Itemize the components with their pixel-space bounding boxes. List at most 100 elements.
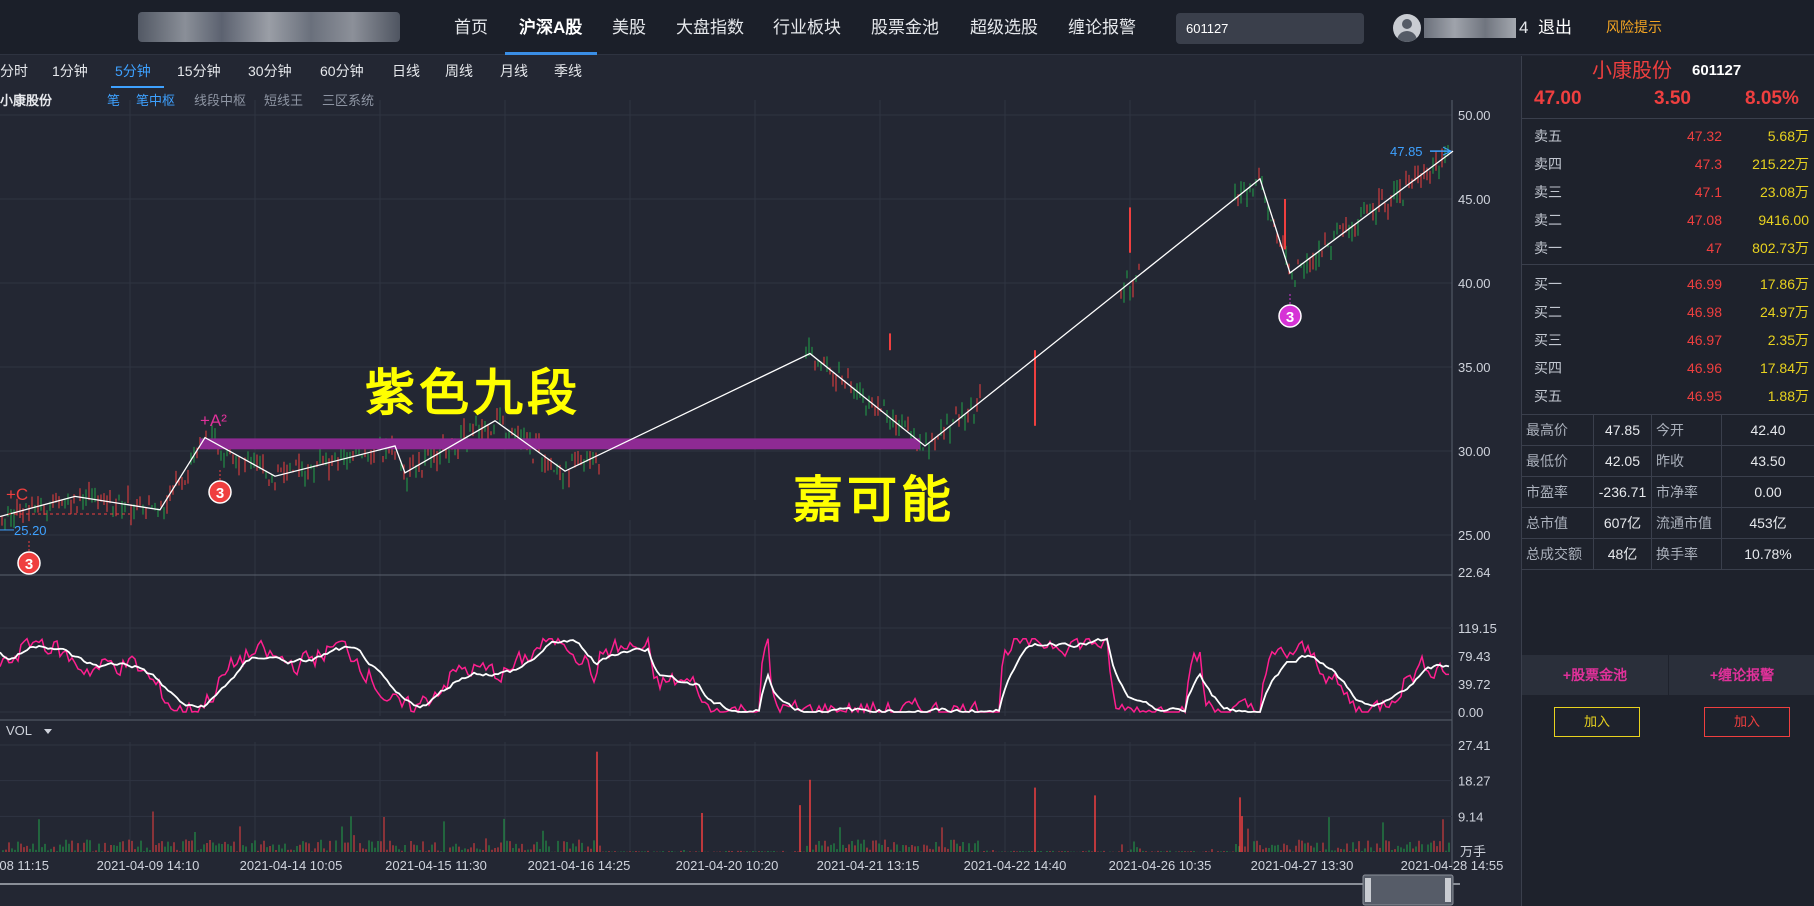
logo[interactable] [138, 12, 400, 42]
indicator-segment-zhongshu[interactable]: 线段中枢 [194, 90, 246, 109]
bid-volume: 2.35万 [1767, 332, 1809, 348]
x-axis-tick: 2021-04-20 10:20 [676, 858, 779, 873]
join-stock-pool-button[interactable]: 加入 [1554, 707, 1640, 737]
stat-label: 今开 [1652, 415, 1722, 446]
bid-row: 买二 46.98 24.97万 [1522, 298, 1814, 326]
nav-sh-sz-a[interactable]: 沪深A股 [519, 0, 582, 55]
bid-price: 46.98 [1686, 304, 1722, 320]
logout-link[interactable]: 退出 [1538, 0, 1572, 55]
volume-unit: 万手 [1460, 844, 1486, 859]
x-axis-tick: 2021-04-28 14:55 [1401, 858, 1504, 873]
nav-stock-pool[interactable]: 股票金池 [871, 0, 939, 55]
zhongshu-band [200, 438, 920, 450]
nav-super-select[interactable]: 超级选股 [970, 0, 1038, 55]
username-suffix: 4 [1519, 18, 1529, 37]
bid-price: 46.95 [1686, 388, 1722, 404]
tab-5min[interactable]: 5分钟 [115, 56, 151, 86]
bid-label: 买二 [1534, 304, 1562, 320]
ask-price: 47 [1706, 240, 1722, 256]
period-active-indicator [111, 86, 164, 88]
tab-intraday[interactable]: 分时 [0, 56, 28, 86]
quote-panel: 小康股份 601127 47.00 3.50 8.05% 卖五 47.32 5.68… [1521, 56, 1814, 906]
ask-volume: 9416.00 [1758, 212, 1809, 228]
nav-sectors[interactable]: 行业板块 [773, 0, 841, 55]
ask-label: 卖一 [1534, 240, 1562, 256]
oscillator-slow-line [0, 637, 1450, 713]
tab-weekly[interactable]: 周线 [445, 56, 473, 86]
tab-60min[interactable]: 60分钟 [320, 56, 364, 86]
tab-daily[interactable]: 日线 [392, 56, 420, 86]
price-axis-label: 40.00 [1458, 276, 1491, 291]
ask-price: 47.3 [1694, 156, 1722, 172]
ask-row: 卖一 47 802.73万 [1522, 234, 1814, 262]
indicator-short-king[interactable]: 短线王 [264, 90, 303, 109]
bid-label: 买三 [1534, 332, 1562, 348]
stat-value: -236.71 [1594, 477, 1652, 508]
volume-axis-label: 9.14 [1458, 809, 1483, 824]
tab-1min[interactable]: 1分钟 [52, 56, 88, 86]
bid-label: 买一 [1534, 276, 1562, 292]
avatar[interactable] [1393, 14, 1421, 42]
nav-us-stocks[interactable]: 美股 [612, 0, 646, 55]
scrollbar-handle[interactable] [1365, 878, 1371, 902]
ask-volume: 215.22万 [1752, 156, 1809, 172]
add-chan-alarm-button[interactable]: +缠论报警 [1669, 655, 1814, 695]
price-axis-label: 35.00 [1458, 360, 1491, 375]
x-axis-tick: 2021-04-26 10:35 [1109, 858, 1212, 873]
stat-label: 总成交额 [1522, 539, 1594, 570]
ask-label: 卖五 [1534, 128, 1562, 144]
low-price-label: 25.20 [14, 523, 47, 538]
stat-value: 0.00 [1722, 477, 1814, 508]
price-axis-label: 45.00 [1458, 192, 1491, 207]
stat-value: 607亿 [1594, 508, 1652, 539]
stock-search-input[interactable] [1176, 13, 1364, 44]
x-axis-tick: 2021-04-15 11:30 [385, 858, 487, 873]
nav-chan-alarm[interactable]: 缠论报警 [1068, 0, 1136, 55]
bid-volume: 17.84万 [1759, 360, 1809, 376]
stat-label: 昨收 [1652, 446, 1722, 477]
quote-price: 47.00 [1534, 88, 1582, 109]
oscillator-fast-line [0, 635, 1449, 715]
kline-chart[interactable]: 50.0045.0040.0035.0030.0025.0022.64119.1… [0, 0, 1520, 906]
stat-label: 最低价 [1522, 446, 1594, 477]
plus-c-mark: +C [6, 485, 28, 504]
bid-volume: 17.86万 [1759, 276, 1809, 292]
tab-30min[interactable]: 30分钟 [248, 56, 292, 86]
tab-15min[interactable]: 15分钟 [177, 56, 221, 86]
osc-axis-label: 39.72 [1458, 677, 1491, 692]
nav-home[interactable]: 首页 [454, 0, 488, 55]
x-axis-tick: 2021-04-09 14:10 [97, 858, 200, 873]
nav-market-index[interactable]: 大盘指数 [676, 0, 744, 55]
plus-a2-mark: +A² [200, 411, 227, 430]
stat-label: 市盈率 [1522, 477, 1594, 508]
indicator-three-zone[interactable]: 三区系统 [322, 90, 374, 109]
tab-monthly[interactable]: 月线 [500, 56, 528, 86]
indicator-bi[interactable]: 笔 [107, 90, 120, 109]
bid-volume: 1.88万 [1767, 388, 1809, 404]
scrollbar-handle[interactable] [1445, 878, 1451, 902]
join-chan-alarm-button[interactable]: 加入 [1704, 707, 1790, 737]
ask-volume: 23.08万 [1759, 184, 1809, 200]
volume-indicator-label[interactable]: VOL [6, 723, 32, 738]
x-axis-tick: 2021-04-27 13:30 [1251, 858, 1354, 873]
username [1424, 18, 1516, 38]
add-stock-pool-button[interactable]: +股票金池 [1522, 655, 1668, 695]
bid-price: 46.96 [1686, 360, 1722, 376]
ask-row: 卖五 47.32 5.68万 [1522, 122, 1814, 150]
ask-price: 47.32 [1686, 128, 1722, 144]
period-tabs: 分时 1分钟 5分钟 15分钟 30分钟 60分钟 日线 周线 月线 季线 [0, 56, 1520, 86]
scrollbar-thumb[interactable] [1362, 874, 1454, 906]
bid-label: 买五 [1534, 388, 1562, 404]
stat-value: 47.85 [1594, 415, 1652, 446]
stat-label: 换手率 [1652, 539, 1722, 570]
ask-label: 卖三 [1534, 184, 1562, 200]
quote-change-pct: 8.05% [1745, 88, 1799, 109]
risk-warning-link[interactable]: 风险提示 [1606, 0, 1662, 55]
stat-label: 流通市值 [1652, 508, 1722, 539]
signal-badge-label: 3 [25, 556, 33, 573]
bid-row: 买一 46.99 17.86万 [1522, 270, 1814, 298]
x-axis-tick: 2021-04-16 14:25 [528, 858, 631, 873]
signal-badge-label: 3 [1286, 309, 1294, 326]
indicator-bi-zhongshu[interactable]: 笔中枢 [136, 90, 175, 109]
tab-quarterly[interactable]: 季线 [554, 56, 582, 86]
